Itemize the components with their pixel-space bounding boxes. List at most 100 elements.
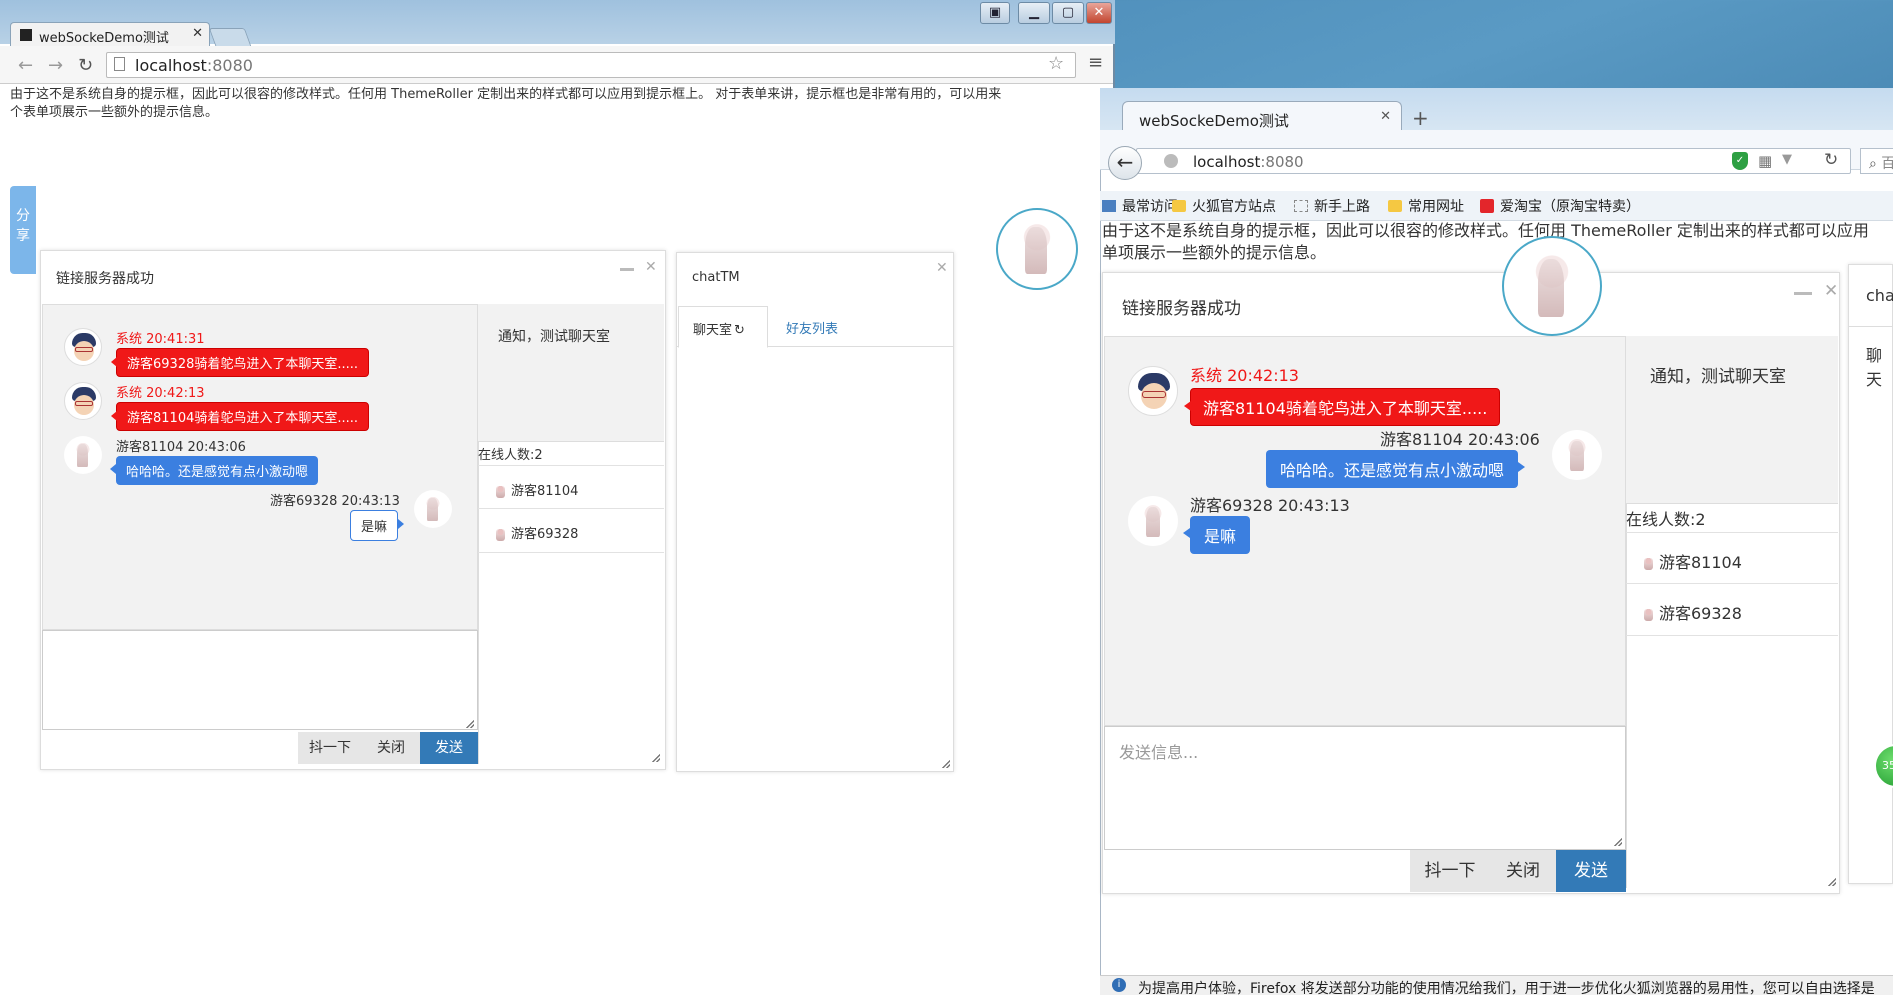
message-bubble: 哈哈哈。还是感觉有点小激动嗯 [1266, 450, 1526, 488]
floating-avatar[interactable] [1502, 236, 1602, 336]
tab-friends[interactable]: 好友列表 [786, 318, 838, 337]
user-list-item[interactable]: 游客69328 [1626, 584, 1838, 636]
qrcode-icon[interactable]: ▦ [1758, 152, 1772, 170]
bookmark-label: 火狐官方站点 [1192, 199, 1276, 215]
resize-handle-icon[interactable] [942, 760, 950, 768]
chrome-address-bar[interactable]: localhost:8080 [106, 52, 1076, 78]
message-text: 哈哈哈。还是感觉有点小激动嗯 [126, 465, 309, 480]
share-tab[interactable]: 分享 [10, 186, 36, 274]
user-avatar [64, 436, 102, 474]
bookmark-label: 最常访问 [1122, 199, 1178, 215]
online-count: 在线人数:2 [1626, 510, 1706, 529]
back-icon[interactable]: ← [18, 55, 33, 76]
url-host: localhost [1193, 153, 1261, 171]
floating-avatar[interactable] [996, 208, 1078, 290]
chat-dialog-title: 链接服务器成功 [1122, 299, 1241, 319]
message-bubble: 哈哈哈。还是感觉有点小激动嗯 [110, 456, 319, 485]
floating-badge-clip: 35 [1872, 742, 1893, 790]
new-tab-icon[interactable]: + [1412, 106, 1429, 130]
user-icon [1644, 608, 1653, 621]
url-port: :8080 [206, 56, 253, 75]
bookmark-label: 爱淘宝（原淘宝特卖） [1500, 199, 1640, 215]
bookmark-item[interactable]: 火狐官方站点 [1172, 196, 1276, 216]
message-text: 游客69328骑着鸵鸟进入了本聊天室..... [127, 357, 359, 372]
message-bubble: 是嘛 [350, 510, 405, 541]
minimize-icon[interactable] [1794, 292, 1812, 295]
online-count: 在线人数:2 [478, 448, 543, 463]
resize-handle-icon[interactable] [466, 720, 474, 728]
back-button[interactable]: ← [1108, 146, 1142, 180]
shake-button[interactable]: 抖一下 [298, 732, 362, 764]
reload-icon[interactable]: ↻ [1824, 150, 1838, 170]
info-icon: i [1112, 978, 1126, 992]
message-meta: 游客69328 20:43:13 [1190, 496, 1350, 515]
shield-icon[interactable]: ✓ [1732, 152, 1748, 170]
firefox-notification-bar: 为提高用户体验，Firefox 将发送部分功能的使用情况给我们，用于进一步优化火… [1100, 975, 1893, 995]
new-tab-button[interactable] [208, 28, 252, 46]
bookmark-item[interactable]: 爱淘宝（原淘宝特卖） [1480, 196, 1640, 216]
message-meta: 系统 20:42:13 [1190, 366, 1299, 385]
close-icon[interactable]: ✕ [1824, 281, 1838, 301]
user-list-item[interactable]: 游客69328 [478, 509, 664, 553]
message-bubble: 游客69328骑着鸵鸟进入了本聊天室..... [111, 348, 370, 377]
user-list-item[interactable]: 游客81104 [1626, 532, 1838, 584]
message-meta: 游客81104 20:43:06 [1380, 430, 1540, 449]
chattm-title: chatTM [692, 270, 740, 285]
send-button[interactable]: 发送 [1556, 850, 1626, 892]
close-tab-icon[interactable]: ✕ [192, 26, 203, 41]
page-icon [1294, 200, 1308, 212]
chattm-title: cha [1866, 286, 1893, 305]
chrome-menu-icon[interactable]: ≡ [1088, 52, 1103, 73]
user-icon [1644, 557, 1653, 570]
close-button[interactable]: 关闭 [1490, 850, 1556, 892]
close-icon[interactable]: ✕ [645, 259, 657, 275]
bookmark-star-icon[interactable]: ☆ [1048, 53, 1064, 74]
resize-handle-icon[interactable] [1828, 878, 1836, 886]
refresh-icon[interactable]: ↻ [734, 323, 745, 338]
send-button[interactable]: 发送 [420, 732, 478, 764]
resize-handle-icon[interactable] [1614, 838, 1622, 846]
user-name: 游客69328 [1659, 604, 1742, 623]
chrome-tab[interactable]: webSockeDemo测试 ✕ [10, 22, 210, 46]
user-name: 游客81104 [1659, 553, 1742, 572]
favicon-icon [20, 29, 32, 41]
notice-box: 通知，测试聊天室 [478, 304, 664, 442]
bookmark-item[interactable]: 常用网址 [1388, 196, 1464, 216]
close-button[interactable]: 关闭 [362, 732, 420, 764]
reload-icon[interactable]: ↻ [78, 55, 93, 76]
minimize-icon[interactable] [620, 268, 634, 271]
bookmark-label: 常用网址 [1408, 199, 1464, 215]
bookmark-most-visited[interactable]: 最常访问 [1102, 196, 1178, 216]
user-icon [496, 485, 505, 498]
firefox-tab[interactable]: webSockeDemo测试 ✕ [1122, 101, 1402, 131]
message-input[interactable]: 发送信息... [1104, 726, 1626, 850]
close-icon[interactable]: ✕ [936, 260, 948, 276]
folder-icon [1172, 200, 1186, 212]
user-avatar [1128, 496, 1178, 546]
message-meta: 系统 20:41:31 [116, 332, 205, 347]
site-identity-icon[interactable] [1164, 154, 1178, 168]
close-tab-icon[interactable]: ✕ [1380, 109, 1391, 124]
forward-icon[interactable]: → [48, 55, 63, 76]
window-restore-button[interactable]: ▣ [980, 2, 1010, 24]
intro-line-2: 个表单项展示一些额外的提示信息。 [10, 105, 219, 120]
window-minimize-button[interactable]: ▁ [1018, 2, 1050, 24]
bookmark-item[interactable]: 新手上路 [1294, 196, 1370, 216]
share-label: 分享 [16, 208, 30, 244]
user-list-item[interactable]: 游客81104 [478, 465, 664, 509]
chrome-tab-title: webSockeDemo测试 [39, 31, 169, 46]
user-name: 游客81104 [511, 484, 579, 499]
search-placeholder: 百度 <Ct [1881, 156, 1893, 172]
floating-badge[interactable]: 35 [1874, 744, 1893, 788]
dropdown-icon[interactable]: ▼ [1782, 152, 1792, 167]
window-close-button[interactable]: ✕ [1086, 2, 1112, 24]
firefox-search-box[interactable]: ⌕ 百度 <Ct [1860, 148, 1893, 174]
resize-handle-icon[interactable] [652, 754, 660, 762]
notice-box: 通知，测试聊天室 [1626, 336, 1838, 504]
shake-button[interactable]: 抖一下 [1410, 850, 1490, 892]
tab-chatroom[interactable]: 聊天 [1866, 342, 1893, 390]
tab-chatroom[interactable]: 聊天室 ↻ [678, 306, 768, 348]
window-maximize-button[interactable]: ▢ [1052, 2, 1084, 24]
message-input[interactable] [42, 630, 478, 730]
system-avatar [64, 328, 102, 366]
